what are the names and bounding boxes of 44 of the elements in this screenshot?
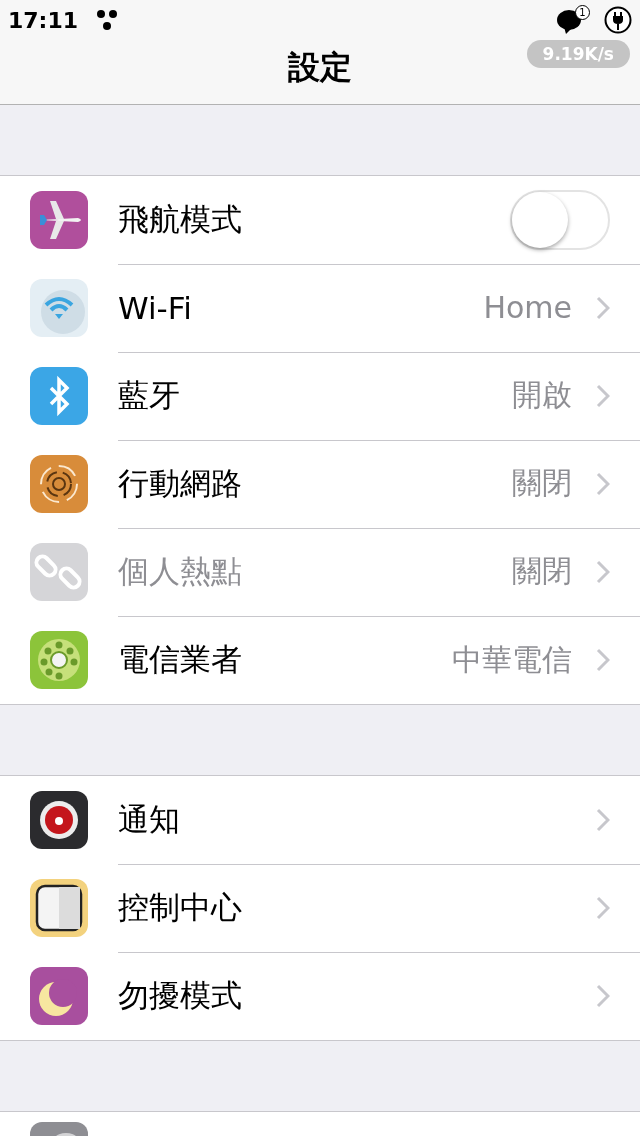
wifi-icon [30, 279, 88, 337]
settings-row[interactable]: 藍牙 開啟 [0, 352, 640, 440]
settings-row[interactable]: 通知 [0, 776, 640, 864]
status-time: 17:11 [8, 7, 79, 33]
setting-label: 行動網路 [118, 463, 243, 503]
settings-row[interactable]: 勿擾模式 [0, 952, 640, 1040]
record-icon [30, 791, 88, 849]
nav-title: 設定 [288, 47, 352, 88]
setting-value: 開啟 [512, 376, 572, 414]
chevron-icon [596, 295, 610, 320]
dots-icon [96, 9, 119, 31]
chevron-icon [596, 984, 610, 1008]
setting-label: 電信業者 [118, 640, 243, 679]
settings-row[interactable]: 控制中心 [0, 864, 640, 952]
setting-value: 中華電信 [452, 640, 572, 679]
setting-label: 控制中心 [118, 887, 243, 927]
setting-label: 藍牙 [118, 375, 181, 415]
toggle-switch[interactable] [510, 189, 610, 250]
setting-label: 通知 [118, 799, 181, 839]
setting-value: Home [483, 290, 572, 325]
setting-value: 關閉 [512, 464, 572, 502]
settings-row[interactable]: Wi-Fi Home [0, 264, 640, 352]
chevron-icon [596, 559, 610, 584]
signal-rings-icon [30, 455, 88, 513]
setting-label: Wi-Fi [118, 289, 193, 326]
setting-label: 勿擾模式 [118, 976, 243, 1015]
settings-row[interactable]: 電信業者 中華電信 [0, 616, 640, 704]
chevron-icon [596, 471, 610, 496]
moon-icon [30, 967, 88, 1025]
setting-value: 關閉 [512, 552, 572, 590]
rotary-dial-icon [30, 631, 88, 689]
chevron-icon [596, 807, 610, 832]
chevron-icon [596, 648, 610, 672]
plug-icon [604, 6, 632, 34]
airplane-icon [30, 191, 88, 249]
split-square-icon [30, 879, 88, 937]
bluetooth-icon [30, 367, 88, 425]
chevron-icon [596, 895, 610, 920]
network-speed-pill: 9.19K/s [526, 40, 630, 68]
chain-link-icon [30, 543, 88, 601]
settings-row[interactable]: 行動網路 關閉 [0, 440, 640, 528]
setting-label: 個人熱點 [118, 551, 243, 591]
setting-label: 飛航模式 [118, 199, 243, 239]
chevron-icon [596, 383, 610, 408]
